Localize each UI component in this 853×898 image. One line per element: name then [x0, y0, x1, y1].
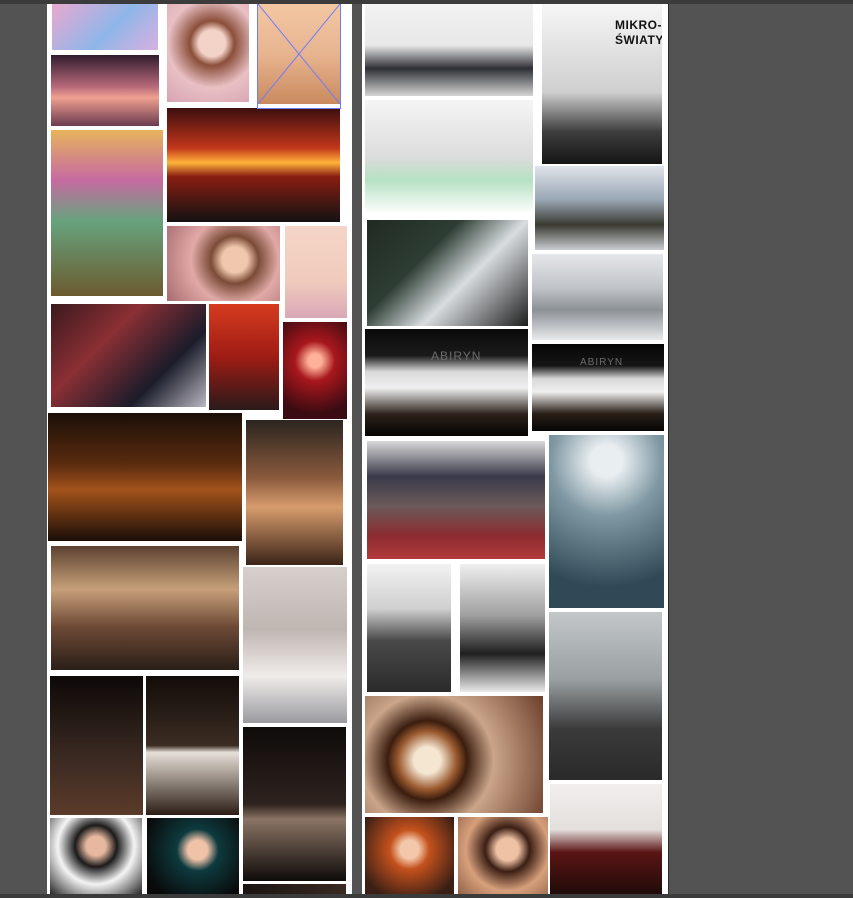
- photo-redhead-girl[interactable]: [365, 817, 454, 894]
- photo-speaker-gallery[interactable]: [365, 4, 533, 96]
- mikro-swiaty-caption-line2: ŚWIATY: [615, 33, 662, 47]
- photo-suit-armchair-1[interactable]: [50, 676, 143, 815]
- photo-gallery-viewers[interactable]: [367, 220, 528, 326]
- photo-gym-audience[interactable]: [367, 441, 545, 559]
- photo-exhibition-hall[interactable]: [51, 546, 239, 670]
- photo-smiling-girl[interactable]: [458, 817, 548, 894]
- photo-gallery-corridor[interactable]: [532, 254, 663, 340]
- photo-red-bokeh-girl[interactable]: [283, 322, 347, 419]
- photo-gallery-group[interactable]: [535, 166, 664, 250]
- photo-teal-eyeshadow[interactable]: [147, 818, 239, 894]
- photo-stool-girl[interactable]: [258, 4, 340, 104]
- stage-screen-text-2: ABIRYN: [580, 357, 624, 368]
- photo-shirtless-sunglasses[interactable]: [246, 420, 343, 565]
- photo-bottle-glass[interactable]: [550, 784, 662, 894]
- photo-portrait-curly[interactable]: [167, 4, 249, 102]
- photo-lake-sunset[interactable]: [167, 108, 340, 222]
- photo-latte-art[interactable]: [365, 696, 543, 813]
- photo-pink-bench[interactable]: [52, 4, 158, 50]
- photo-brick-scarf[interactable]: [51, 304, 206, 407]
- photo-ghosts-forest[interactable]: [48, 413, 242, 541]
- photo-panel-stage-1[interactable]: ABIRYN: [365, 329, 528, 436]
- artboard-right[interactable]: MIKRO- ŚWIATY ABIRYN ABIRYN: [362, 4, 669, 894]
- photo-suit-armchair-2[interactable]: [146, 676, 239, 815]
- photo-backlit-dancer[interactable]: [549, 435, 664, 608]
- photo-speaker-hall[interactable]: [243, 567, 347, 723]
- photo-profile-boy[interactable]: [549, 612, 662, 780]
- photo-bottom-strip[interactable]: [243, 884, 346, 894]
- photo-glasses-drawing[interactable]: [365, 100, 533, 214]
- photo-pink-suit-sitting[interactable]: [285, 226, 347, 318]
- photo-sitting-girl[interactable]: [460, 564, 545, 692]
- photo-graffiti-handstand[interactable]: [51, 130, 163, 296]
- photo-sweater-boy[interactable]: [367, 564, 451, 692]
- photo-suit-armchair-3[interactable]: [243, 727, 346, 881]
- photo-cow-print[interactable]: [50, 818, 142, 894]
- photo-red-wall-book[interactable]: [209, 304, 279, 410]
- photo-panel-stage-2[interactable]: ABIRYN: [532, 344, 664, 431]
- mikro-swiaty-caption-line1: MIKRO-: [615, 18, 662, 32]
- photo-mikro-swiaty[interactable]: MIKRO- ŚWIATY: [542, 4, 662, 164]
- photo-sunset-girl-lying[interactable]: [51, 55, 159, 126]
- photo-flower-portrait[interactable]: [167, 226, 280, 301]
- bottom-canvas-edge: [0, 894, 853, 898]
- artboard-left[interactable]: [47, 4, 352, 894]
- stage-screen-text-1: ABIRYN: [431, 349, 482, 363]
- artboard-gap: [355, 4, 361, 894]
